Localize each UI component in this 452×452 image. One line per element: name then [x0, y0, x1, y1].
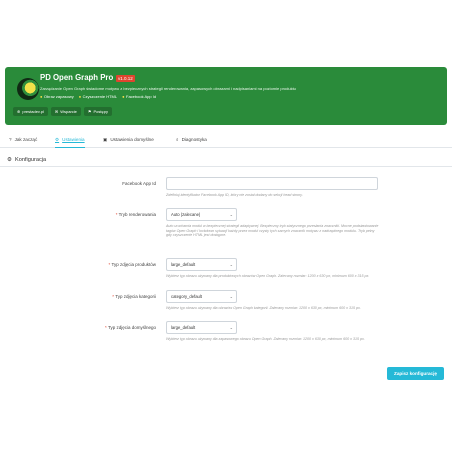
chevron-down-icon: ⌄	[229, 212, 233, 217]
section-title: Konfiguracja	[15, 156, 47, 163]
feature-label: Obraz zapasowy	[43, 94, 74, 99]
product-image-select[interactable]: large_default ⌄	[166, 258, 237, 271]
check-icon: ●	[40, 94, 43, 99]
feature-item: ● Facebook App Id	[122, 94, 156, 99]
app-id-help: Zdefiniuj identyfikator Facebook App ID,…	[166, 193, 303, 197]
save-configuration-button[interactable]: Zapisz konfigurację	[387, 367, 444, 380]
version-badge: v1.0.12	[116, 75, 135, 82]
product-image-label: * Typ zdjęcia produktów	[108, 262, 156, 267]
envelope-icon: ✉	[54, 109, 59, 114]
required-marker: *	[105, 325, 107, 330]
app-id-input[interactable]	[166, 177, 378, 190]
tab-default-settings[interactable]: ▣ Ustawienia domyślne	[103, 132, 154, 148]
default-image-select[interactable]: large_default ⌄	[166, 321, 237, 334]
help-circle-icon: ?	[9, 137, 12, 142]
image-icon: ▣	[103, 137, 108, 142]
product-image-help: Wybierz typ obrazu używany dla produktow…	[166, 274, 370, 278]
render-mode-label: * Tryb renderowania	[115, 212, 156, 217]
feature-list: ● Obraz zapasowy ● Czyszczenie HTML ● Fa…	[40, 94, 156, 99]
default-image-label: * Typ zdjęcia domyślnego	[105, 325, 156, 330]
app-description: Zarządzanie Open Graph świadome motywu z…	[40, 86, 296, 91]
chevron-down-icon: ⌄	[229, 262, 233, 267]
tab-label: Ustawienia	[62, 136, 85, 142]
tab-getting-started[interactable]: ? Jak zacząć	[9, 132, 37, 148]
search-icon: ⌕	[176, 137, 179, 142]
link-label: prestadev.pl	[22, 109, 44, 114]
link-label: Postępy	[93, 109, 108, 114]
globe-icon: ⊕	[17, 109, 21, 114]
tab-label: Jak zacząć	[14, 137, 38, 142]
feature-item: ● Obraz zapasowy	[40, 94, 74, 99]
check-icon: ●	[78, 94, 82, 99]
feature-label: Czyszczenie HTML	[82, 94, 118, 99]
gears-icon: ⚙	[55, 136, 60, 142]
tab-label: Ustawienia domyślne	[110, 137, 154, 142]
tab-diagnostics[interactable]: ⌕ Diagnostyka	[176, 132, 207, 148]
link-prestadev[interactable]: ⊕ prestadev.pl	[13, 107, 48, 116]
chevron-down-icon: ⌄	[229, 294, 233, 299]
render-mode-help: Auto uruchamia moduł w bezpiecznej strat…	[166, 224, 379, 238]
feature-label: Facebook App Id	[126, 94, 157, 99]
link-support[interactable]: ✉ Wsparcie	[50, 107, 81, 116]
default-image-help: Wybierz typ obrazu używany dla zapasoweg…	[166, 337, 365, 341]
category-image-label: * Typ zdjęcia kategorii	[112, 294, 156, 299]
category-image-help: Wybierz typ obrazu używany dla obrazów O…	[166, 306, 361, 310]
module-logo	[17, 78, 39, 100]
chevron-down-icon: ⌄	[229, 325, 233, 330]
feature-item: ● Czyszczenie HTML	[79, 94, 117, 99]
banner-links: ⊕ prestadev.pl ✉ Wsparcie ⚑ Postępy	[13, 107, 112, 116]
required-marker: *	[112, 294, 115, 299]
section-header: ⚙ Konfiguracja	[0, 153, 452, 167]
flag-icon: ⚑	[87, 109, 92, 114]
app-title: PD Open Graph Pro	[40, 73, 114, 82]
app-id-label: Facebook App Id	[122, 181, 156, 186]
render-mode-select[interactable]: Auto (zalecane) ⌄	[166, 208, 237, 221]
category-image-select[interactable]: category_default ⌄	[166, 290, 237, 303]
tab-settings[interactable]: ⚙ Ustawienia	[55, 132, 85, 148]
link-label: Wsparcie	[60, 109, 77, 114]
tab-label: Diagnostyka	[181, 137, 207, 142]
check-icon: ●	[122, 94, 125, 99]
required-marker: *	[115, 212, 118, 217]
gears-icon: ⚙	[7, 156, 13, 163]
link-progress[interactable]: ⚑ Postępy	[83, 107, 112, 116]
